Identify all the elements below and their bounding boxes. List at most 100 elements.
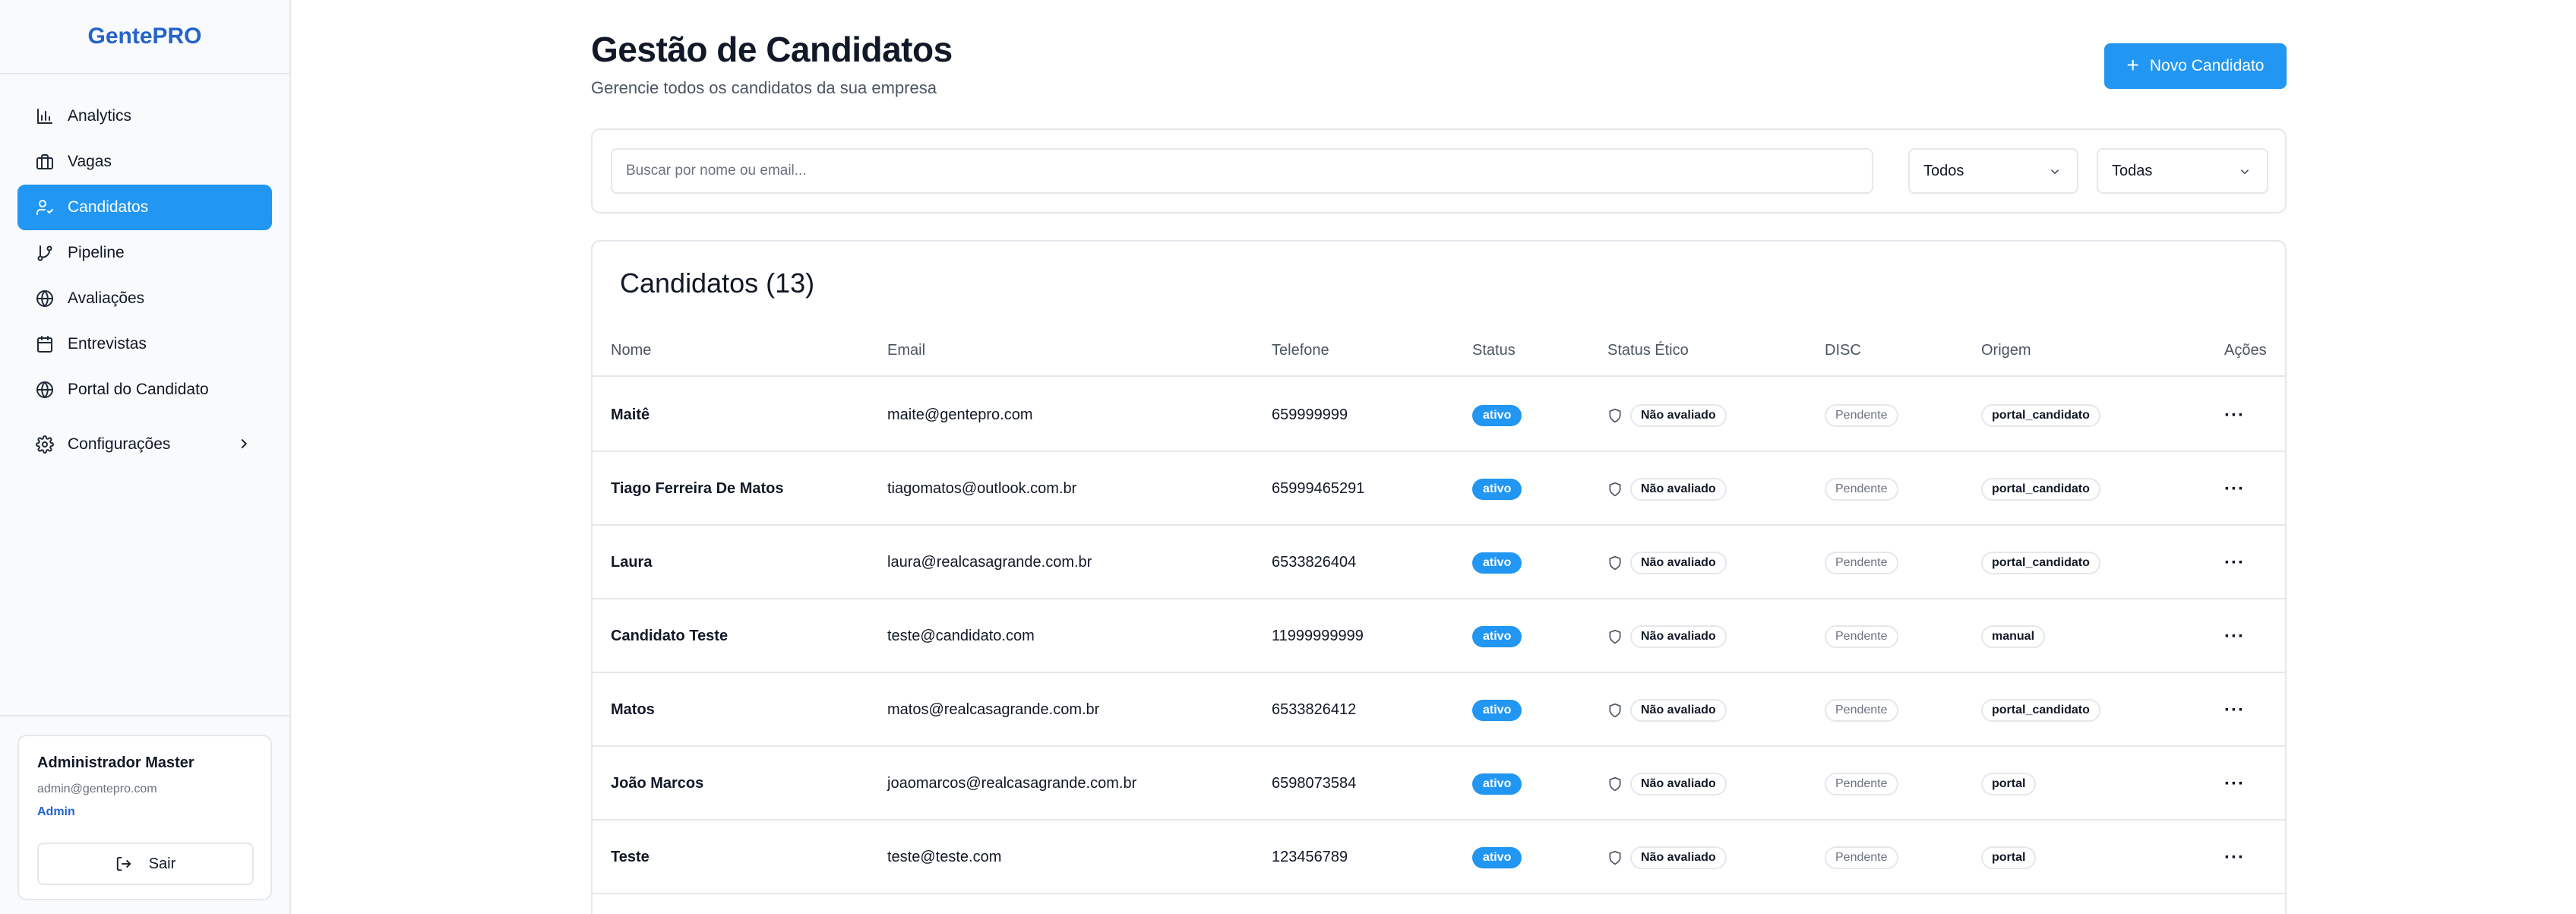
sidebar-nav: Analytics Vagas Candidatos Pipeline Aval…: [17, 93, 272, 467]
new-candidate-button[interactable]: + Novo Candidato: [2104, 43, 2287, 89]
column-header-disc[interactable]: DISC: [1825, 342, 1861, 359]
logout-button[interactable]: Sair: [37, 843, 254, 885]
candidate-email: teste@candidato.com: [887, 628, 1035, 644]
column-header-acoes: Ações: [2224, 342, 2267, 359]
shield-icon: [1609, 408, 1621, 422]
candidate-email: tiagomatos@outlook.com.br: [887, 480, 1077, 497]
more-horizontal-icon: ···: [2224, 773, 2245, 794]
sidebar-item-label: Candidatos: [68, 198, 149, 216]
table-row[interactable]: Teste teste@teste.com 123456789 ativo Não av…: [593, 821, 2285, 894]
candidate-phone: 659999999: [1272, 406, 1348, 423]
status-filter-value: Todos: [1923, 162, 1964, 179]
origin-badge: portal: [1981, 772, 2037, 795]
actions-menu-button[interactable]: ···: [2224, 452, 2245, 526]
ethic-status-cell: Não avaliado: [1607, 599, 1727, 673]
sidebar: GentePRO Analytics Vagas Candidatos Pipe…: [0, 0, 291, 914]
status-cell: ativo: [1472, 452, 1522, 526]
shield-icon: [1609, 703, 1621, 717]
disc-cell: Pendente: [1825, 747, 1898, 821]
user-card: Administrador Master admin@gentepro.com …: [17, 735, 272, 900]
sidebar-item-candidatos[interactable]: Candidatos: [17, 185, 272, 230]
sidebar-item-avaliacoes[interactable]: Avaliações: [17, 276, 272, 321]
ethic-status-cell: Não avaliado: [1607, 526, 1727, 599]
status-badge: ativo: [1472, 552, 1522, 574]
more-horizontal-icon: ···: [2224, 699, 2245, 720]
disc-cell: Pendente: [1825, 526, 1898, 599]
user-check-icon: [36, 198, 54, 217]
shield-icon: [1609, 555, 1621, 570]
candidate-email: laura@realcasagrande.com.br: [887, 554, 1092, 571]
sidebar-item-portal-candidato[interactable]: Portal do Candidato: [17, 367, 272, 413]
column-header-origem[interactable]: Origem: [1981, 342, 2031, 359]
table-row[interactable]: João Marcos joaomarcos@realcasagrande.com…: [593, 747, 2285, 821]
ethic-status-cell: Não avaliado: [1607, 673, 1727, 747]
table-row[interactable]: Maitê maite@gentepro.com 659999999 ativo Não…: [593, 378, 2285, 452]
status-badge: ativo: [1472, 773, 1522, 795]
page-title: Gestão de Candidatos: [591, 30, 953, 69]
sidebar-item-pipeline[interactable]: Pipeline: [17, 230, 272, 276]
actions-menu-button[interactable]: ···: [2224, 747, 2245, 821]
status-badge: ativo: [1472, 699, 1522, 721]
user-name: Administrador Master: [37, 754, 194, 771]
candidate-phone: 6598073584: [1272, 775, 1357, 792]
table-row[interactable]: Matos matos@realcasagrande.com.br 65338264…: [593, 673, 2285, 747]
search-input[interactable]: Buscar por nome ou email...: [611, 148, 1873, 194]
column-header-status-etico[interactable]: Status Ético: [1607, 342, 1689, 359]
origin-cell: portal_candidato: [1981, 452, 2100, 526]
sidebar-item-configuracoes[interactable]: Configurações: [17, 422, 272, 467]
table-row[interactable]: Candidato Teste teste@candidato.com 119999…: [593, 599, 2285, 673]
candidate-name: João Marcos: [611, 775, 704, 792]
column-header-nome[interactable]: Nome: [611, 342, 651, 359]
actions-menu-button[interactable]: ···: [2224, 526, 2245, 599]
new-candidate-label: Novo Candidato: [2149, 57, 2265, 74]
ethic-status-cell: Não avaliado: [1607, 821, 1727, 894]
origin-filter-value: Todas: [2112, 162, 2153, 179]
status-badge: ativo: [1472, 625, 1522, 647]
status-badge: ativo: [1472, 846, 1522, 868]
more-horizontal-icon: ···: [2224, 404, 2245, 425]
disc-badge: Pendente: [1825, 772, 1898, 795]
table-row[interactable]: Tiago Ferreira De Matos tiagomatos@outloo…: [593, 452, 2285, 526]
disc-badge: Pendente: [1825, 625, 1898, 648]
actions-menu-button[interactable]: ···: [2224, 599, 2245, 673]
status-cell: ativo: [1472, 747, 1522, 821]
plus-icon: +: [2126, 52, 2139, 77]
column-header-telefone[interactable]: Telefone: [1272, 342, 1329, 359]
column-header-email[interactable]: Email: [887, 342, 925, 359]
briefcase-icon: [36, 153, 54, 171]
table-row[interactable]: Laura laura@realcasagrande.com.br 65338264…: [593, 526, 2285, 599]
status-cell: ativo: [1472, 673, 1522, 747]
sidebar-item-label: Vagas: [68, 153, 112, 170]
ethic-status-badge: Não avaliado: [1630, 403, 1727, 427]
logout-icon: [116, 856, 131, 871]
page-subtitle: Gerencie todos os candidatos da sua empr…: [591, 78, 937, 97]
shield-icon: [1609, 850, 1621, 865]
ethic-status-badge: Não avaliado: [1630, 698, 1727, 722]
candidate-name: Candidato Teste: [611, 628, 729, 644]
globe-icon: [36, 381, 54, 399]
disc-cell: Pendente: [1825, 378, 1898, 452]
sidebar-item-analytics[interactable]: Analytics: [17, 93, 272, 139]
sidebar-item-vagas[interactable]: Vagas: [17, 139, 272, 185]
globe-icon: [36, 289, 54, 308]
sidebar-item-entrevistas[interactable]: Entrevistas: [17, 321, 272, 367]
status-badge: ativo: [1472, 478, 1522, 500]
shield-icon: [1609, 482, 1621, 496]
status-filter-select[interactable]: Todos: [1908, 148, 2078, 194]
column-header-status[interactable]: Status: [1472, 342, 1516, 359]
more-horizontal-icon: ···: [2224, 846, 2245, 868]
brand-logo[interactable]: GentePRO: [0, 0, 289, 74]
more-horizontal-icon: ···: [2224, 625, 2245, 647]
gear-icon: [36, 435, 54, 454]
candidate-email: maite@gentepro.com: [887, 406, 1033, 423]
origin-filter-select[interactable]: Todas: [2097, 148, 2268, 194]
user-role: Admin: [37, 805, 75, 818]
status-cell: ativo: [1472, 526, 1522, 599]
ethic-status-badge: Não avaliado: [1630, 477, 1727, 501]
actions-menu-button[interactable]: ···: [2224, 673, 2245, 747]
origin-cell: portal_candidato: [1981, 673, 2100, 747]
user-email: admin@gentepro.com: [37, 783, 157, 795]
table-header: Nome Email Telefone Status Status Ético …: [593, 327, 2285, 377]
actions-menu-button[interactable]: ···: [2224, 378, 2245, 452]
actions-menu-button[interactable]: ···: [2224, 821, 2245, 894]
